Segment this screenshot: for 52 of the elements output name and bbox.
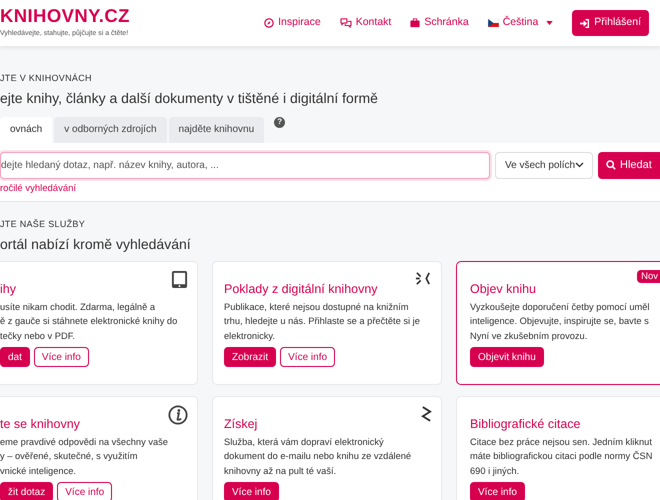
card-button[interactable]: Zobrazit <box>224 347 276 367</box>
section-heading: ortál nabízí kromě vyhledávání <box>0 234 192 252</box>
section-eyebrow: JTE V KNIHOVNÁCH <box>0 72 93 85</box>
nav-link[interactable]: Inspirace <box>264 15 321 31</box>
card-button[interactable]: Více info <box>224 482 279 500</box>
search-field[interactable]: dejte hledaný dotaz, např. název knihy, autora, ... <box>0 152 490 178</box>
search-tab[interactable]: najděte knihovnu <box>168 116 264 142</box>
chevron-down-icon <box>575 162 584 168</box>
search-button[interactable]: Hledat <box>598 152 660 178</box>
card-title: Poklady z digitální knihovny <box>224 280 379 298</box>
nav-link[interactable]: Kontakt <box>340 15 392 31</box>
logo[interactable]: KNIHOVNY.CZ <box>0 7 130 26</box>
section-eyebrow: JTE NAŠE SLUŽBY <box>0 218 86 231</box>
card-description: Služba, která vám dopraví elektronický dokument do e-mailu nebo knihu ze vzdálené knihovny až na pult té vaší. <box>224 436 412 478</box>
card-description: Publikace, které nejsou dostupné na knižním trhu, hledejte u nás. Přihlaste se a přečtěte si je elektronicky. <box>224 300 420 343</box>
card-title: Získej <box>224 416 258 432</box>
sparkle-icon <box>415 270 432 286</box>
card-title: Bibliografické citace <box>470 416 582 432</box>
card-description: Vyzkoušejte doporučení četby pomocí uměl inteligence. Objevujte, inspirujte se, bavte s Nyní ve zkušebním provozu. <box>470 300 650 343</box>
compass-icon <box>264 18 274 28</box>
card-button[interactable]: žit dotaz <box>0 482 54 500</box>
flag-icon <box>488 19 499 27</box>
card-button[interactable]: Více info <box>280 347 336 367</box>
field-select[interactable]: Ve všech polích <box>495 152 593 178</box>
tablet-icon <box>171 270 188 288</box>
info-circle-icon <box>168 404 188 424</box>
card-description: Citace bez práce nejsou sen. Jedním kliknut máte bibliografickou citaci podle normy ČSN 690 i jiných. <box>470 436 652 478</box>
card-button[interactable]: Více info <box>470 482 525 500</box>
search-icon <box>606 160 616 170</box>
advanced-search-link[interactable]: ročilé vyhledávání <box>0 182 76 196</box>
section-heading: ejte knihy, články a další dokumenty v tištěné i digitální formě <box>0 88 379 106</box>
card-title: te se knihovny <box>0 416 81 432</box>
new-badge: Nov <box>637 270 660 282</box>
nav-link[interactable]: Schránka <box>410 15 469 31</box>
search-tab[interactable]: v odborných zdrojích <box>54 116 167 142</box>
zigzag-icon <box>421 404 432 422</box>
login-button[interactable]: Přihlášení <box>572 10 649 36</box>
card-button[interactable]: dat <box>0 347 30 367</box>
card-title: ihy <box>0 280 17 298</box>
chat-icon <box>340 18 352 28</box>
card-description: eme pravdivé odpovědi na všechny vaše y – ověřené, skutečné, s využitím vnické inteligence. <box>0 436 168 478</box>
caret-icon <box>546 21 554 25</box>
briefcase-icon <box>410 18 420 28</box>
card-description: usíte nikam chodit. Zdarma, legálně a ě z gauče si stáhnete elektronické knihy do tečky nebo v PDF. <box>0 300 178 343</box>
card-title: Objev knihu <box>470 280 538 298</box>
card-button[interactable]: Objevit knihu <box>470 347 544 367</box>
search-tab[interactable]: ovnách <box>0 116 52 142</box>
nav-link[interactable]: Čeština <box>488 15 554 31</box>
card-button[interactable]: Více info <box>34 347 89 367</box>
help-icon[interactable]: ? <box>274 116 286 128</box>
card-button[interactable]: Více info <box>57 482 112 500</box>
sign-in-icon <box>580 18 590 28</box>
